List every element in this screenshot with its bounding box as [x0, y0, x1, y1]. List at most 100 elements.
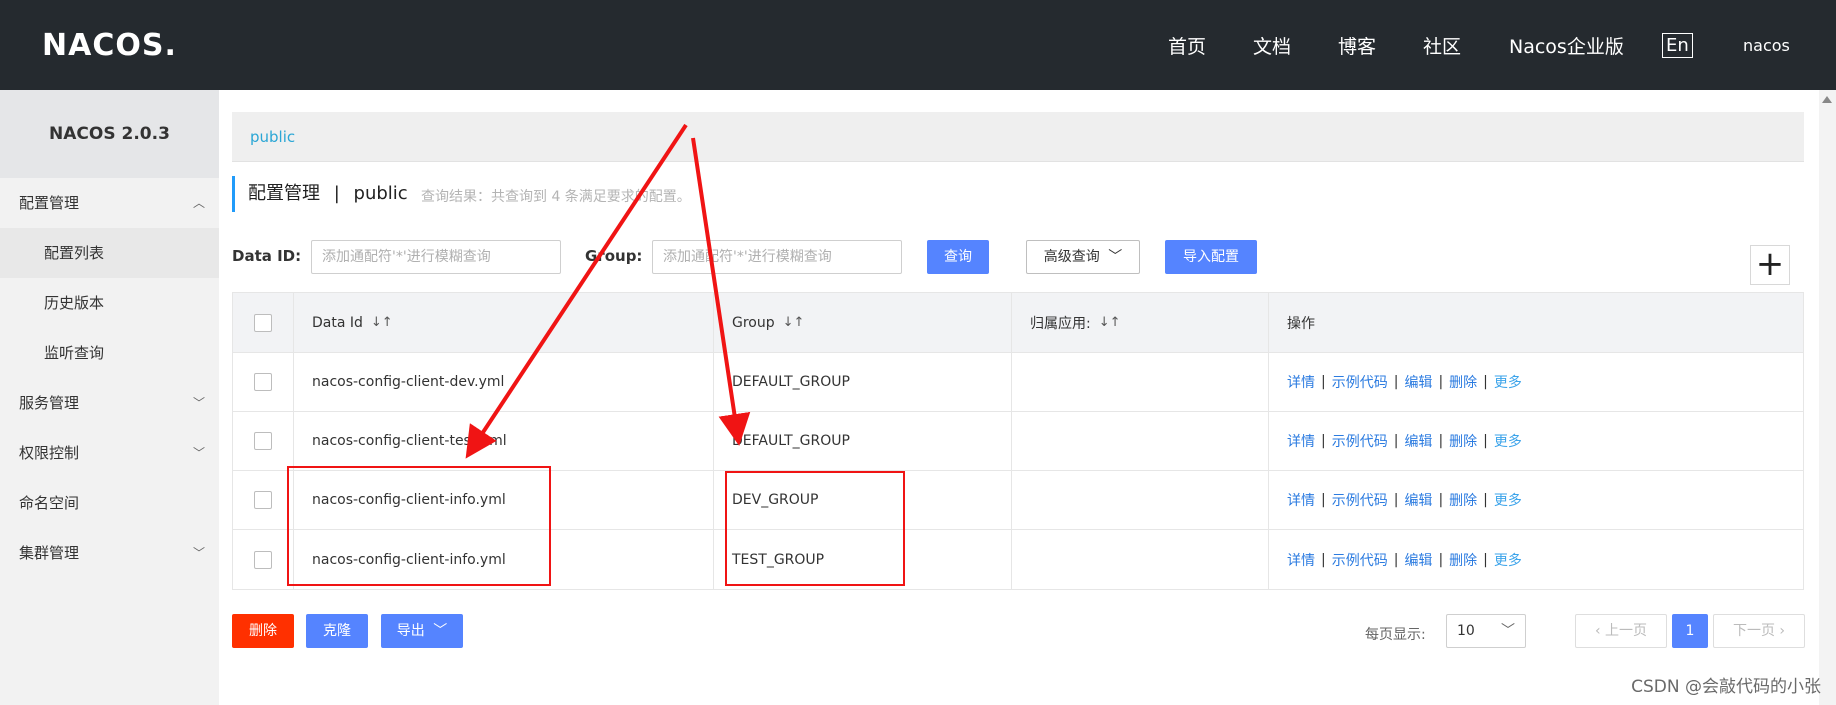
detail-link[interactable]: 详情 — [1287, 490, 1315, 510]
row-checkbox[interactable] — [254, 491, 272, 509]
page-size-label: 每页显示: — [1365, 627, 1426, 643]
header-app[interactable]: 归属应用: ↓↑ — [1012, 293, 1269, 352]
delete-link[interactable]: 删除 — [1449, 372, 1477, 392]
advanced-query-button[interactable]: 高级查询 ﹀ — [1026, 240, 1140, 274]
scroll-up-arrow-icon[interactable] — [1822, 96, 1832, 103]
next-page-button[interactable]: 下一页 › — [1713, 614, 1805, 648]
row-checkbox[interactable] — [254, 373, 272, 391]
operations-cell: 详情 | 示例代码 | 编辑 | 删除 | 更多 — [1269, 412, 1805, 470]
sample-code-link[interactable]: 示例代码 — [1332, 372, 1388, 392]
namespace-tab-label[interactable]: public — [250, 128, 295, 146]
sidebar-item-service-management[interactable]: 服务管理 ﹀ — [0, 378, 219, 428]
sort-icon[interactable]: ↓↑ — [371, 315, 393, 330]
separator: | — [1321, 492, 1326, 508]
sidebar-item-label: 监听查询 — [44, 344, 105, 362]
page-size-select[interactable]: 10 ﹀ — [1446, 614, 1526, 648]
header-data-id[interactable]: Data Id ↓↑ — [294, 293, 714, 352]
query-result-summary: 查询结果：共查询到 4 条满足要求的配置。 — [421, 189, 691, 205]
table-header-row: Data Id ↓↑ Group ↓↑ 归属应用: ↓↑ 操作 — [233, 293, 1803, 353]
app-cell — [1012, 353, 1269, 411]
sample-code-link[interactable]: 示例代码 — [1332, 431, 1388, 451]
edit-link[interactable]: 编辑 — [1404, 431, 1432, 451]
sidebar-title: NACOS 2.0.3 — [0, 90, 219, 178]
header-label: 操作 — [1287, 315, 1315, 332]
separator: | — [1321, 374, 1326, 390]
select-all-cell — [233, 293, 294, 352]
delete-link[interactable]: 删除 — [1449, 431, 1477, 451]
advanced-query-label: 高级查询 — [1043, 249, 1100, 265]
query-button[interactable]: 查询 — [927, 240, 989, 274]
sidebar-item-cluster-management[interactable]: 集群管理 ﹀ — [0, 528, 219, 578]
sidebar-item-config-list[interactable]: 配置列表 — [0, 228, 219, 278]
top-nav-bar: NACOS. 首页 文档 博客 社区 Nacos企业版 En nacos — [0, 0, 1836, 90]
nav-home[interactable]: 首页 — [1168, 32, 1206, 59]
more-link[interactable]: 更多 — [1494, 490, 1522, 510]
detail-link[interactable]: 详情 — [1287, 550, 1315, 570]
separator: | — [1483, 433, 1488, 449]
separator: | — [1483, 551, 1488, 568]
nav-enterprise[interactable]: Nacos企业版 — [1509, 32, 1624, 59]
vertical-scrollbar[interactable] — [1819, 90, 1836, 705]
chevron-left-icon: ‹ — [1594, 623, 1606, 639]
separator: | — [1438, 433, 1444, 449]
row-select-cell — [233, 530, 294, 589]
nav-community[interactable]: 社区 — [1423, 32, 1461, 59]
sidebar-item-history[interactable]: 历史版本 — [0, 278, 219, 328]
chevron-down-icon: ﹀ — [1501, 623, 1515, 639]
chevron-down-icon: ﹀ — [192, 396, 205, 410]
edit-link[interactable]: 编辑 — [1404, 490, 1432, 510]
delete-link[interactable]: 删除 — [1449, 490, 1477, 510]
header-label: 归属应用: — [1030, 315, 1091, 332]
separator: | — [1438, 492, 1444, 508]
export-button[interactable]: 导出 ﹀ — [381, 614, 463, 648]
chevron-down-icon: ﹀ — [1108, 249, 1123, 265]
data-id-input[interactable]: 添加通配符'*'进行模糊查询 — [311, 240, 561, 274]
prev-page-label: 上一页 — [1605, 623, 1648, 639]
row-checkbox[interactable] — [254, 550, 272, 569]
separator: | — [1321, 551, 1326, 568]
page-title-sep: | — [333, 183, 340, 204]
language-toggle-button[interactable]: En — [1662, 32, 1693, 58]
select-all-checkbox[interactable] — [254, 313, 272, 332]
chevron-right-icon: › — [1774, 623, 1786, 639]
delete-button[interactable]: 删除 — [232, 614, 294, 648]
page-title: 配置管理 | public — [232, 176, 408, 212]
group-input[interactable]: 添加通配符'*'进行模糊查询 — [652, 240, 902, 274]
more-link[interactable]: 更多 — [1494, 372, 1522, 392]
sidebar-item-config-management[interactable]: 配置管理 ︿ — [0, 178, 219, 228]
header-operations: 操作 — [1269, 293, 1805, 352]
delete-link[interactable]: 删除 — [1449, 550, 1477, 570]
separator: | — [1393, 433, 1399, 449]
nav-blog[interactable]: 博客 — [1338, 32, 1376, 59]
add-config-plus-icon[interactable]: + — [1750, 245, 1790, 285]
user-menu[interactable]: nacos — [1743, 36, 1790, 55]
header-group[interactable]: Group ↓↑ — [714, 293, 1012, 352]
detail-link[interactable]: 详情 — [1287, 431, 1315, 451]
clone-button[interactable]: 克隆 — [306, 614, 368, 648]
group-cell: DEFAULT_GROUP — [714, 412, 1012, 470]
page-1-button[interactable]: 1 — [1672, 614, 1708, 648]
edit-link[interactable]: 编辑 — [1404, 372, 1432, 392]
separator: | — [1321, 433, 1326, 449]
sidebar-item-namespace[interactable]: 命名空间 — [0, 478, 219, 528]
sort-icon[interactable]: ↓↑ — [783, 315, 805, 330]
namespace-tab[interactable]: public — [232, 112, 1804, 162]
page-size-value: 10 — [1457, 623, 1475, 639]
row-select-cell — [233, 353, 294, 411]
sample-code-link[interactable]: 示例代码 — [1332, 550, 1388, 570]
edit-link[interactable]: 编辑 — [1404, 550, 1432, 570]
row-checkbox[interactable] — [254, 432, 272, 450]
row-select-cell — [233, 412, 294, 470]
more-link[interactable]: 更多 — [1494, 550, 1522, 570]
detail-link[interactable]: 详情 — [1287, 372, 1315, 392]
prev-page-button[interactable]: ‹ 上一页 — [1575, 614, 1667, 648]
chevron-up-icon: ︿ — [192, 196, 205, 210]
more-link[interactable]: 更多 — [1494, 431, 1522, 451]
nav-docs[interactable]: 文档 — [1253, 32, 1291, 59]
sidebar-item-listener-query[interactable]: 监听查询 — [0, 328, 219, 378]
sort-icon[interactable]: ↓↑ — [1099, 315, 1121, 330]
sidebar-item-access-control[interactable]: 权限控制 ﹀ — [0, 428, 219, 478]
data-id-label: Data ID: — [232, 247, 302, 265]
import-config-button[interactable]: 导入配置 — [1165, 240, 1257, 274]
sample-code-link[interactable]: 示例代码 — [1332, 490, 1388, 510]
